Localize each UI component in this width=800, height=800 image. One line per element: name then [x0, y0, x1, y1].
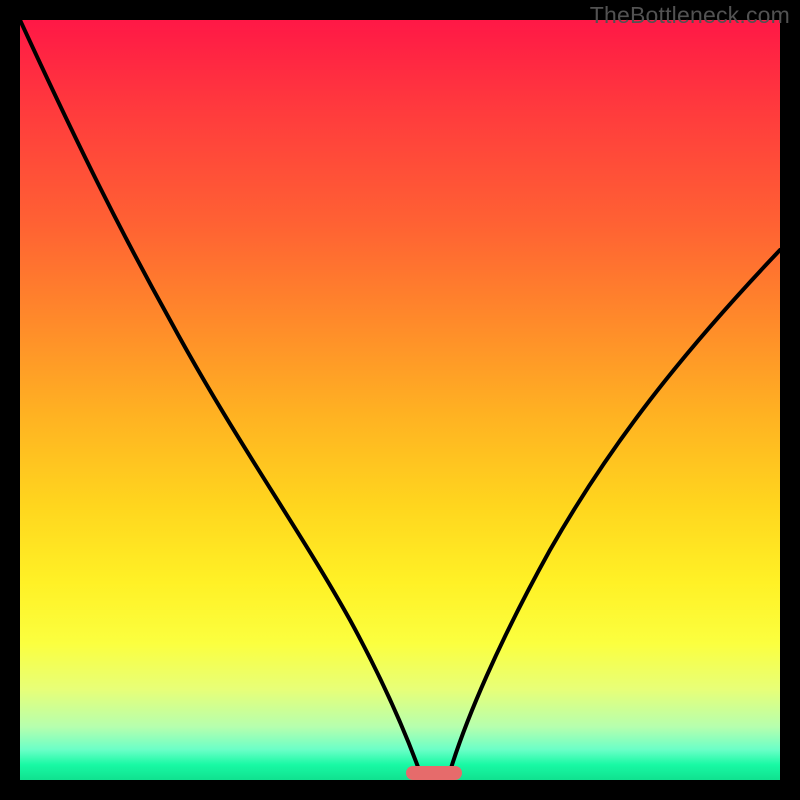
plot-area: [20, 20, 780, 780]
curve-right-branch: [448, 250, 780, 778]
v-curve: [20, 20, 780, 780]
curve-left-branch: [20, 20, 422, 778]
chart-frame: TheBottleneck.com: [0, 0, 800, 800]
watermark-text: TheBottleneck.com: [590, 2, 790, 29]
valley-marker: [406, 766, 462, 780]
